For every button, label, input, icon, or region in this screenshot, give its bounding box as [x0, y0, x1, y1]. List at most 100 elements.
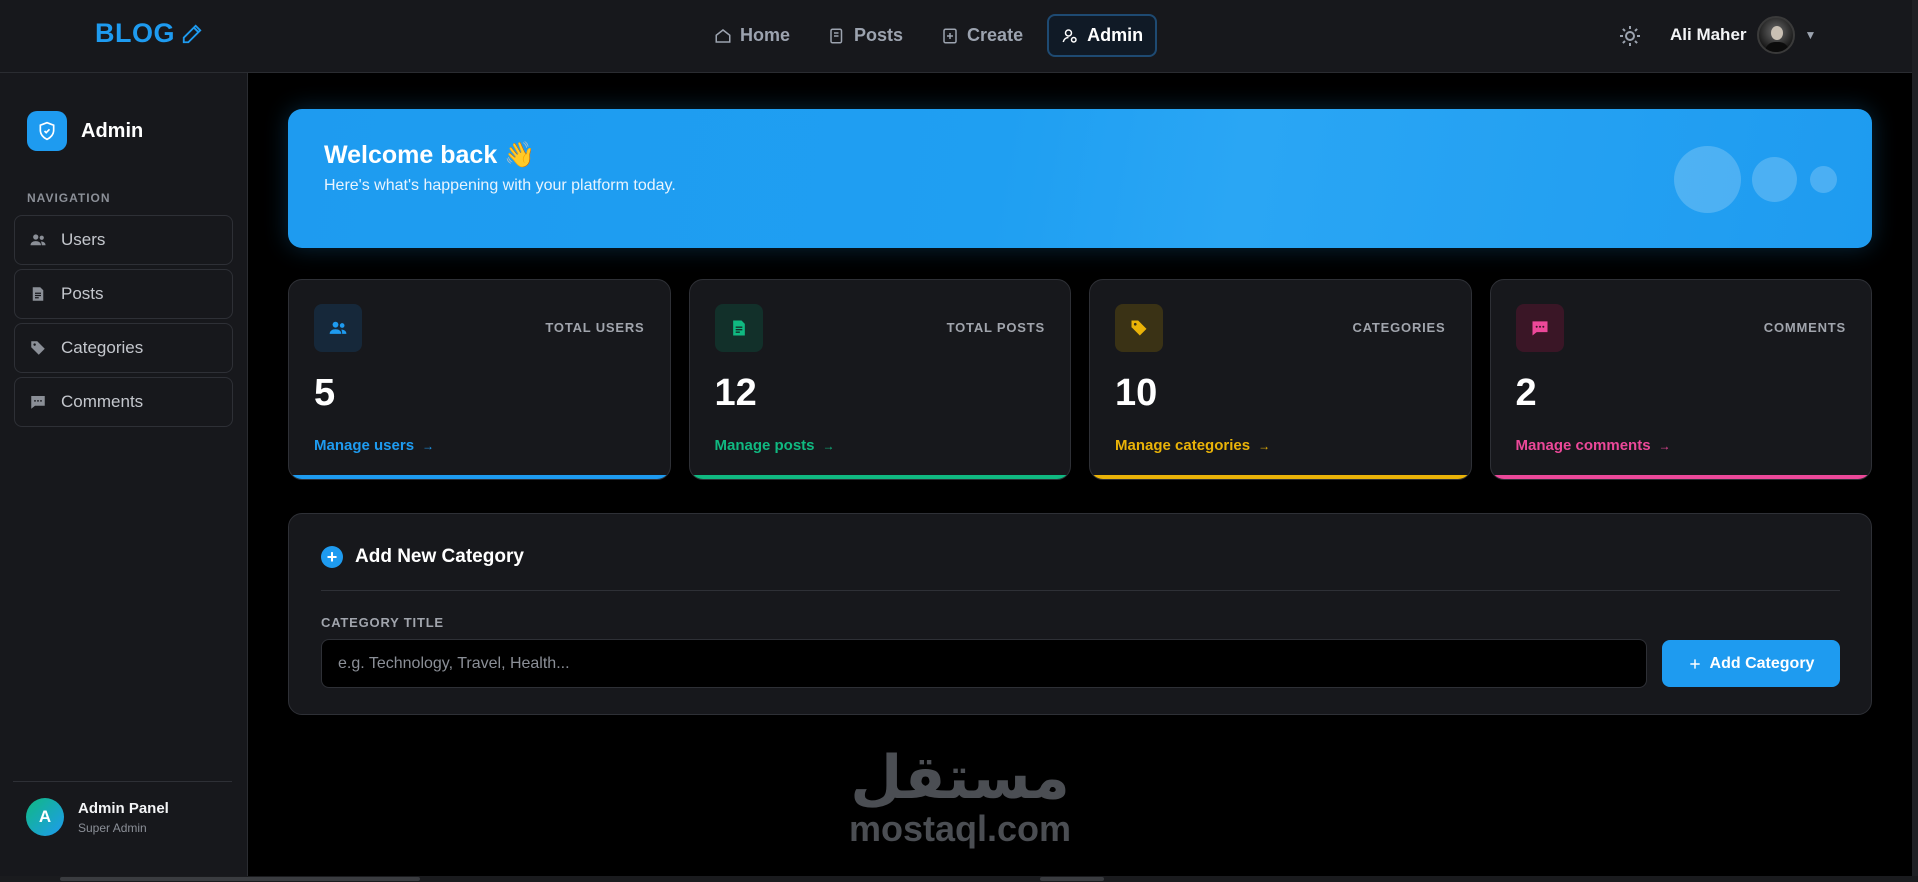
manage-users-link[interactable]: Manage users →: [314, 437, 434, 454]
decorative-circle: [1810, 166, 1837, 193]
arrow-right-icon: →: [1658, 438, 1671, 453]
blog-logo[interactable]: BLOG: [95, 18, 203, 49]
watermark-latin: mostaql.com: [848, 808, 1072, 849]
manage-posts-link[interactable]: Manage posts →: [715, 437, 835, 454]
scrollbar-thumb[interactable]: [1040, 877, 1104, 881]
main-nav: Home Posts Create Admin: [700, 14, 1158, 57]
pencil-icon: [182, 23, 202, 43]
chevron-down-icon: ▼: [1804, 28, 1817, 42]
user-name: Ali Maher: [1670, 25, 1747, 44]
home-icon: [715, 28, 731, 43]
stat-link-label: Manage posts: [714, 437, 815, 454]
stat-value: 2: [1515, 372, 1537, 414]
nav-admin[interactable]: Admin: [1047, 14, 1158, 57]
nav-posts[interactable]: Posts: [814, 14, 917, 57]
users-icon: [314, 304, 362, 352]
arrow-right-icon: →: [1258, 438, 1271, 453]
stat-accent-bar: [1090, 475, 1471, 479]
sidebar-item-label: Posts: [61, 284, 104, 303]
scrollbar-thumb[interactable]: [60, 877, 420, 881]
decorative-circle: [1674, 146, 1741, 213]
stat-label: TOTAL POSTS: [946, 320, 1045, 335]
nav-home-label: Home: [740, 25, 791, 45]
stat-label: CATEGORIES: [1352, 320, 1446, 335]
watermark-arabic: مستقل: [850, 743, 1070, 813]
stat-accent-bar: [689, 475, 1070, 479]
document-icon: [32, 287, 44, 301]
sidebar-item-label: Users: [61, 230, 106, 249]
top-navbar: BLOG Home Posts Create Admin Ali Maher ▼: [0, 0, 1912, 73]
nav-posts-label: Posts: [854, 25, 904, 45]
stat-label: COMMENTS: [1763, 320, 1846, 335]
vertical-scrollbar[interactable]: [1912, 0, 1918, 876]
user-menu[interactable]: Ali Maher ▼: [1670, 16, 1816, 54]
arrow-right-icon: →: [822, 438, 835, 453]
add-category-button-label: Add Category: [1709, 654, 1815, 672]
divider: [321, 590, 1840, 591]
sidebar-user-role: Super Admin: [78, 820, 147, 835]
sidebar-section-label: NAVIGATION: [27, 191, 111, 205]
comment-icon: [31, 396, 45, 409]
stat-label: TOTAL USERS: [545, 320, 645, 335]
stat-link-label: Manage categories: [1115, 437, 1251, 454]
shield-icon: [27, 111, 67, 151]
stat-card-users: TOTAL USERS 5 Manage users →: [288, 279, 671, 480]
admin-avatar: A: [26, 798, 64, 836]
stat-accent-bar: [289, 475, 670, 479]
manage-comments-link[interactable]: Manage comments →: [1516, 437, 1671, 454]
sidebar-item-posts[interactable]: Posts: [14, 269, 233, 319]
sidebar-title: Admin: [81, 119, 144, 142]
add-category-card: + Add New Category CATEGORY TITLE Add Ca…: [288, 513, 1872, 715]
sidebar-brand: Admin: [27, 111, 143, 151]
stat-card-posts: TOTAL POSTS 12 Manage posts →: [688, 279, 1071, 480]
sidebar-item-categories[interactable]: Categories: [14, 323, 233, 373]
welcome-banner: Welcome back 👋 Here's what's happening w…: [288, 109, 1872, 248]
logo-text: BLOG: [95, 18, 175, 48]
comment-icon: [1515, 304, 1564, 352]
sidebar-footer: A Admin Panel Super Admin: [13, 781, 232, 836]
nav-admin-label: Admin: [1087, 25, 1144, 45]
welcome-title: Welcome back 👋: [324, 141, 536, 169]
sidebar-item-label: Comments: [61, 392, 144, 411]
category-title-input[interactable]: [321, 639, 1647, 688]
arrow-right-icon: →: [422, 438, 435, 453]
stat-link-label: Manage comments: [1515, 437, 1651, 454]
admin-icon: [1062, 28, 1077, 43]
sidebar-item-comments[interactable]: Comments: [14, 377, 233, 427]
stat-card-comments: COMMENTS 2 Manage comments →: [1489, 279, 1872, 480]
manage-categories-link[interactable]: Manage categories →: [1115, 437, 1270, 454]
nav-create-label: Create: [967, 25, 1024, 45]
add-category-title: Add New Category: [355, 546, 524, 567]
plus-icon: [1689, 658, 1700, 669]
stat-link-label: Manage users: [314, 437, 415, 454]
decorative-circle: [1752, 157, 1797, 202]
posts-icon: [830, 28, 843, 43]
welcome-subtitle: Here's what's happening with your platfo…: [324, 177, 676, 194]
stat-value: 5: [314, 372, 336, 414]
stat-value: 12: [714, 372, 757, 414]
sidebar: Admin NAVIGATION Users Posts Categories …: [0, 73, 248, 876]
sun-icon[interactable]: [1618, 24, 1642, 48]
tag-icon: [1115, 304, 1163, 352]
stat-accent-bar: [1490, 475, 1871, 479]
sidebar-user-title: Admin Panel: [78, 799, 169, 817]
sidebar-item-label: Categories: [61, 338, 144, 357]
add-category-header: + Add New Category: [321, 546, 524, 568]
tag-icon: [31, 341, 45, 355]
stat-value: 10: [1115, 372, 1158, 414]
create-icon: [943, 28, 957, 43]
nav-create[interactable]: Create: [927, 14, 1037, 57]
stat-card-categories: CATEGORIES 10 Manage categories →: [1089, 279, 1472, 480]
avatar: [1756, 16, 1795, 54]
mostaql-watermark: مستقل mostaql.com: [842, 746, 1078, 848]
sidebar-nav: Users Posts Categories Comments: [14, 215, 233, 427]
category-title-label: CATEGORY TITLE: [321, 615, 444, 630]
document-icon: [714, 304, 763, 352]
sidebar-user-info: Admin Panel Super Admin: [78, 800, 169, 835]
sidebar-item-users[interactable]: Users: [14, 215, 233, 265]
add-category-button[interactable]: Add Category: [1662, 640, 1840, 687]
plus-circle-icon: +: [321, 546, 343, 568]
users-icon: [30, 234, 46, 246]
nav-home[interactable]: Home: [700, 14, 804, 57]
stats-grid: TOTAL USERS 5 Manage users → TOTAL POSTS …: [288, 279, 1872, 480]
